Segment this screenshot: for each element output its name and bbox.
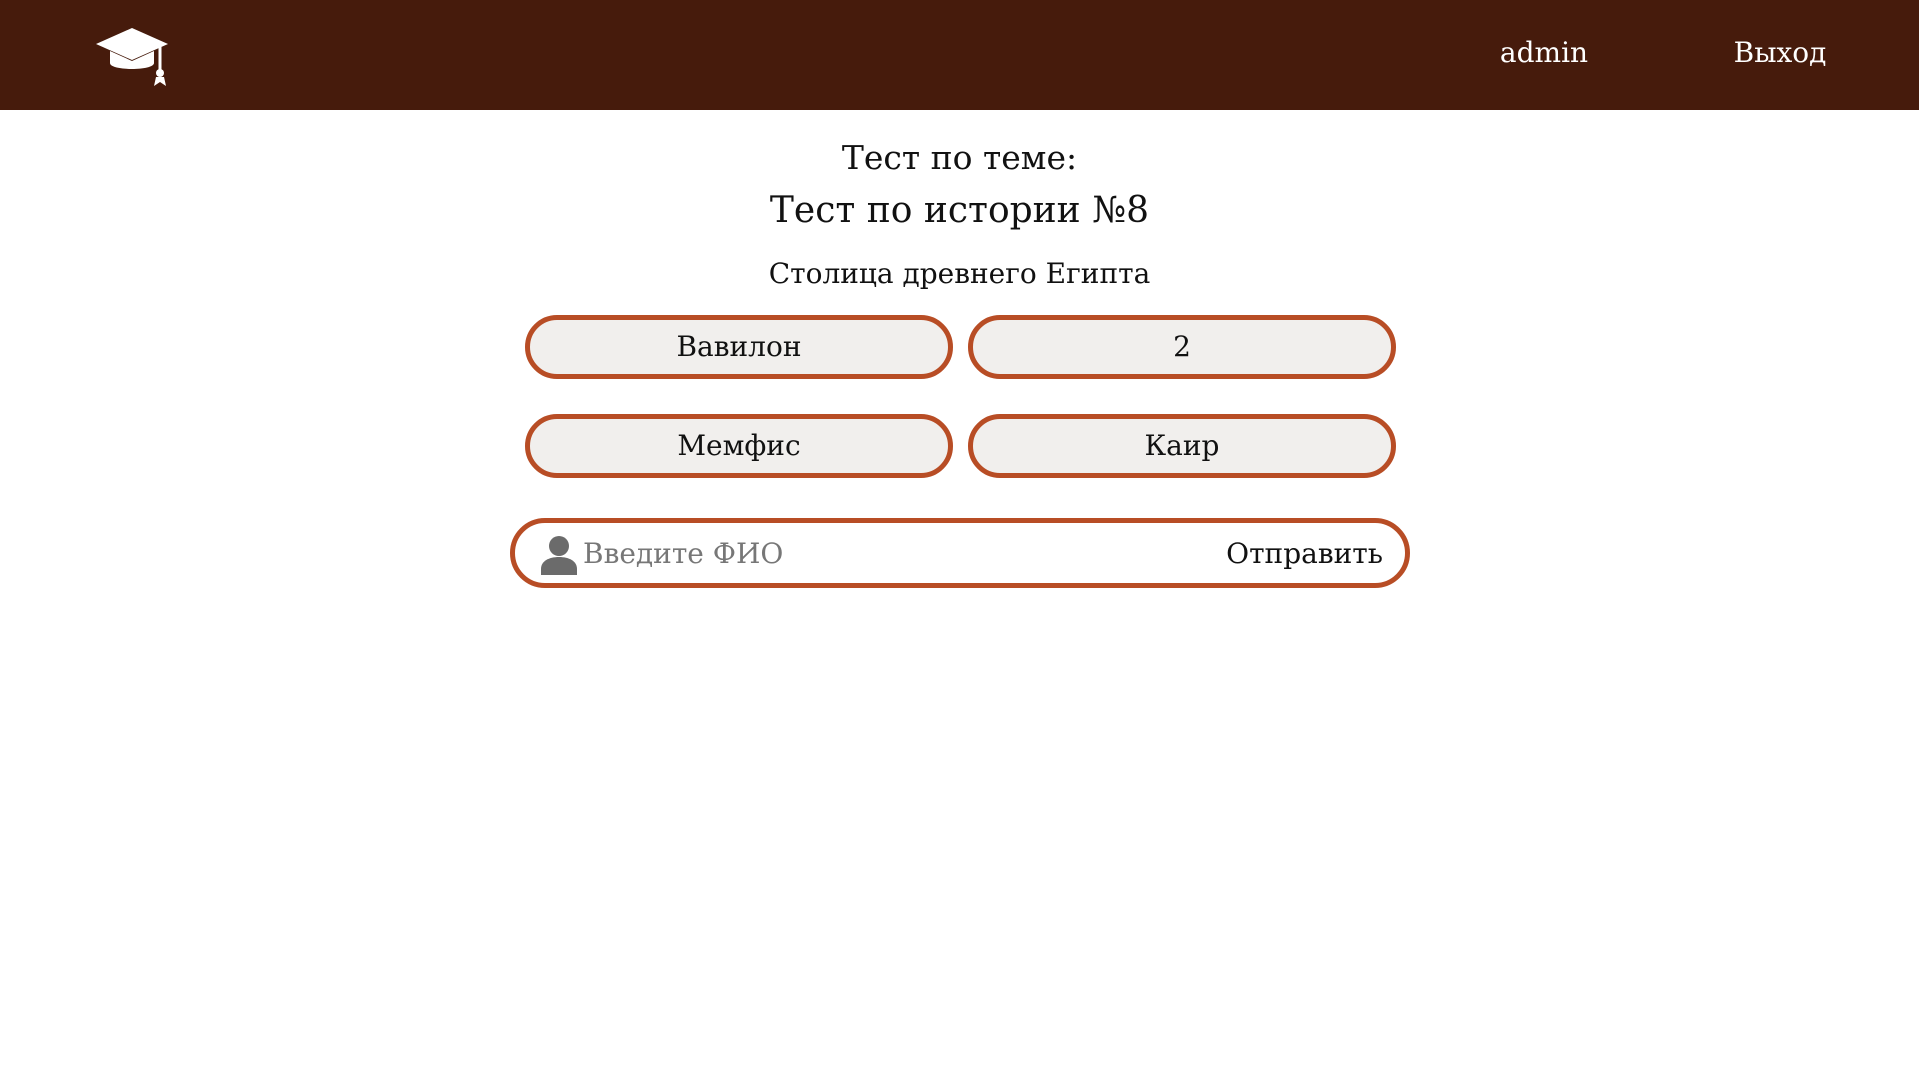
answer-option-4[interactable]: Каир — [968, 414, 1396, 478]
user-icon — [541, 536, 577, 575]
submit-button[interactable]: Отправить — [1222, 531, 1387, 575]
answer-option-2[interactable]: 2 — [968, 315, 1396, 379]
test-topic-heading: Тест по теме: — [841, 138, 1078, 177]
test-title: Тест по истории №8 — [769, 190, 1150, 231]
question-text: Столица древнего Египта — [768, 257, 1151, 290]
user-link[interactable]: admin — [1474, 36, 1614, 69]
logout-link[interactable]: Выход — [1720, 36, 1840, 69]
answer-option-3[interactable]: Мемфис — [525, 414, 953, 478]
answer-option-1[interactable]: Вавилон — [525, 315, 953, 379]
fio-submit-form: Отправить — [510, 518, 1410, 588]
fio-input[interactable] — [583, 531, 1183, 575]
top-navbar: admin Выход — [0, 0, 1919, 110]
graduation-cap-icon[interactable] — [94, 22, 170, 86]
